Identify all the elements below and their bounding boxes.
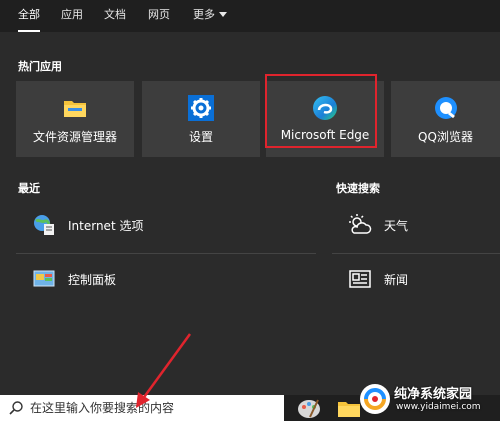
watermark: 纯净系统家园 www.yidaimei.com	[352, 380, 498, 420]
tab-more[interactable]: 更多	[193, 0, 227, 32]
gear-icon	[188, 95, 214, 121]
quick-search-news[interactable]: 新闻	[332, 255, 500, 303]
recent-item-control-panel-label: 控制面板	[68, 273, 117, 287]
hot-apps-title: 热门应用	[18, 60, 62, 73]
qq-browser-icon	[434, 97, 457, 119]
chevron-down-icon	[219, 11, 227, 17]
highlight-box	[265, 74, 377, 148]
paint-app-icon[interactable]	[296, 397, 322, 419]
tab-documents[interactable]: 文档	[104, 0, 126, 32]
divider	[332, 253, 500, 254]
tile-file-explorer-label: 文件资源管理器	[32, 130, 117, 144]
recent-title: 最近	[18, 182, 40, 195]
tab-more-label: 更多	[193, 8, 215, 21]
quick-search-weather-label: 天气	[384, 219, 409, 233]
tab-apps[interactable]: 应用	[61, 0, 83, 32]
divider	[16, 253, 316, 254]
quick-search-news-label: 新闻	[384, 273, 409, 287]
watermark-url: www.yidaimei.com	[396, 402, 481, 412]
tile-file-explorer[interactable]: 文件资源管理器	[16, 81, 134, 157]
tab-web[interactable]: 网页	[148, 0, 170, 32]
search-tabs: 全部 应用 文档 网页 更多	[0, 0, 500, 32]
news-icon	[349, 270, 371, 288]
quick-search-weather[interactable]: 天气	[332, 201, 500, 249]
recent-item-internet-options[interactable]: Internet 选项	[16, 201, 316, 249]
tile-qq-browser[interactable]: QQ浏览器	[391, 81, 500, 157]
recent-item-control-panel[interactable]: 控制面板	[16, 255, 316, 303]
recent-item-internet-options-label: Internet 选项	[68, 219, 144, 233]
tile-qq-browser-label: QQ浏览器	[418, 130, 473, 144]
weather-icon	[349, 214, 372, 234]
internet-options-icon	[34, 215, 54, 235]
tile-settings[interactable]: 设置	[142, 81, 260, 157]
watermark-logo-icon	[360, 384, 390, 414]
watermark-title: 纯净系统家园	[394, 387, 473, 402]
tile-settings-label: 设置	[188, 130, 213, 144]
start-search-panel: 全部 应用 文档 网页 更多 热门应用 文件资源管理器 设置 Microsoft…	[0, 0, 500, 395]
tab-all[interactable]: 全部	[18, 0, 40, 32]
annotation-arrow-icon	[136, 333, 192, 408]
quick-search-title: 快速搜索	[336, 182, 380, 195]
control-panel-icon	[33, 270, 55, 287]
search-icon	[9, 401, 23, 415]
folder-icon	[64, 101, 86, 117]
